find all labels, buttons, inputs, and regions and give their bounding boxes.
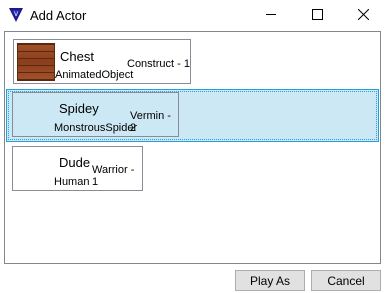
actor-type: MonstrousSpider: [54, 122, 138, 134]
list-item-selected[interactable]: Spidey Vermin - 2 MonstrousSpider: [6, 89, 379, 142]
actor-class-level: Construct - 1: [127, 58, 190, 70]
cancel-button[interactable]: Cancel: [311, 270, 381, 291]
minimize-button[interactable]: [248, 0, 294, 31]
actor-type: Human: [54, 176, 90, 188]
title-bar: V Add Actor: [0, 0, 386, 31]
actor-card-dude[interactable]: Dude Warrior - 1 Human: [12, 146, 143, 191]
actor-class-level: Warrior - 1: [92, 164, 135, 188]
actor-class-level: Vermin - 2: [130, 110, 171, 134]
actor-list[interactable]: Chest Construct - 1 AnimatedObject Spide…: [4, 31, 381, 264]
actor-name: Chest: [60, 49, 94, 64]
list-item[interactable]: Dude Warrior - 1 Human: [6, 144, 379, 194]
actor-card-chest[interactable]: Chest Construct - 1 AnimatedObject: [13, 39, 191, 84]
list-item[interactable]: Chest Construct - 1 AnimatedObject: [6, 35, 379, 87]
close-button[interactable]: [340, 0, 386, 31]
actor-name: Spidey: [59, 101, 99, 116]
window-title: Add Actor: [30, 8, 87, 23]
actor-name: Dude: [59, 155, 91, 170]
maximize-button[interactable]: [294, 0, 340, 31]
actor-card-spidey[interactable]: Spidey Vermin - 2 MonstrousSpider: [12, 92, 179, 137]
minimize-icon: [265, 9, 277, 23]
actor-type: AnimatedObject: [55, 69, 134, 81]
triangle-logo-icon: V: [9, 8, 23, 22]
close-icon: [357, 8, 369, 23]
wooden-chest-image: [17, 43, 55, 81]
play-as-button[interactable]: Play As: [235, 270, 305, 291]
maximize-icon: [311, 8, 323, 23]
